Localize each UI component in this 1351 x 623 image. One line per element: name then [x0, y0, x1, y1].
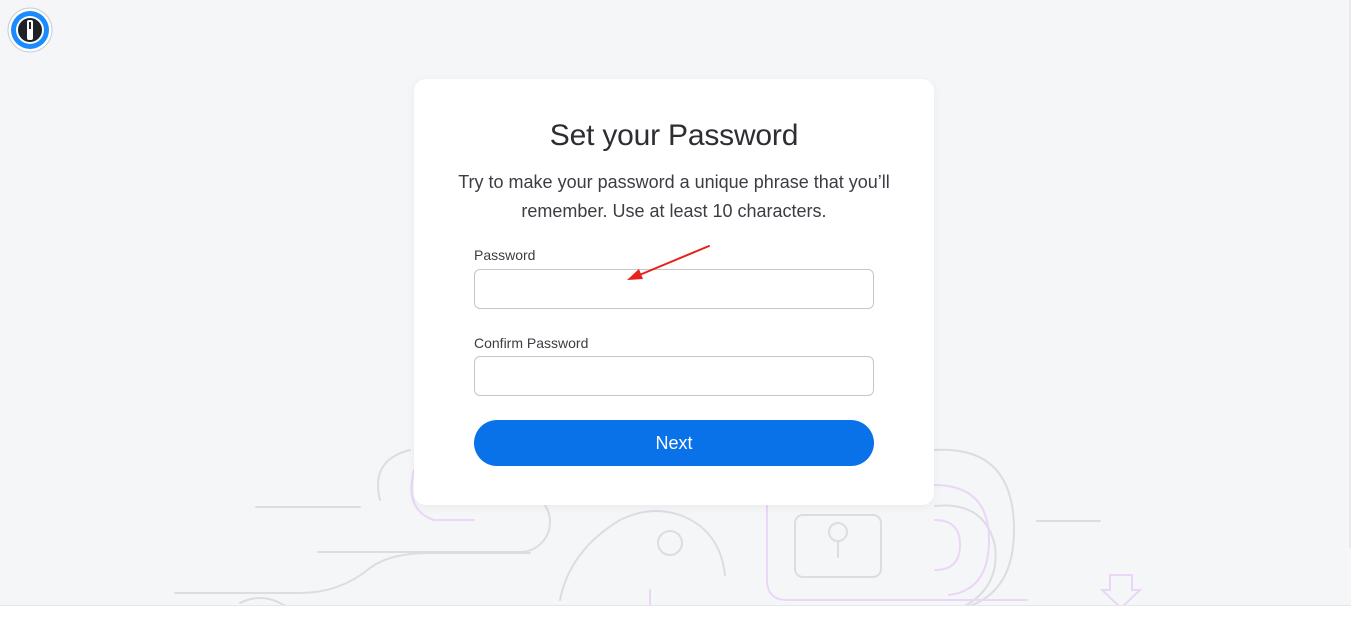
red-arrow-icon [627, 245, 710, 280]
page-title: Set your Password [549, 119, 799, 152]
next-button[interactable]: Next [474, 420, 874, 466]
footer-strip [0, 605, 1351, 623]
confirm-password-label: Confirm Password [474, 335, 589, 351]
confirm-password-input[interactable] [474, 356, 874, 396]
set-password-card: Set your Password Try to make your passw… [414, 79, 934, 505]
page: Set your Password Try to make your passw… [0, 0, 1351, 623]
password-label: Password [474, 247, 536, 263]
1password-logo-icon [7, 7, 53, 53]
instructions-text: Try to make your password a unique phras… [458, 172, 890, 221]
